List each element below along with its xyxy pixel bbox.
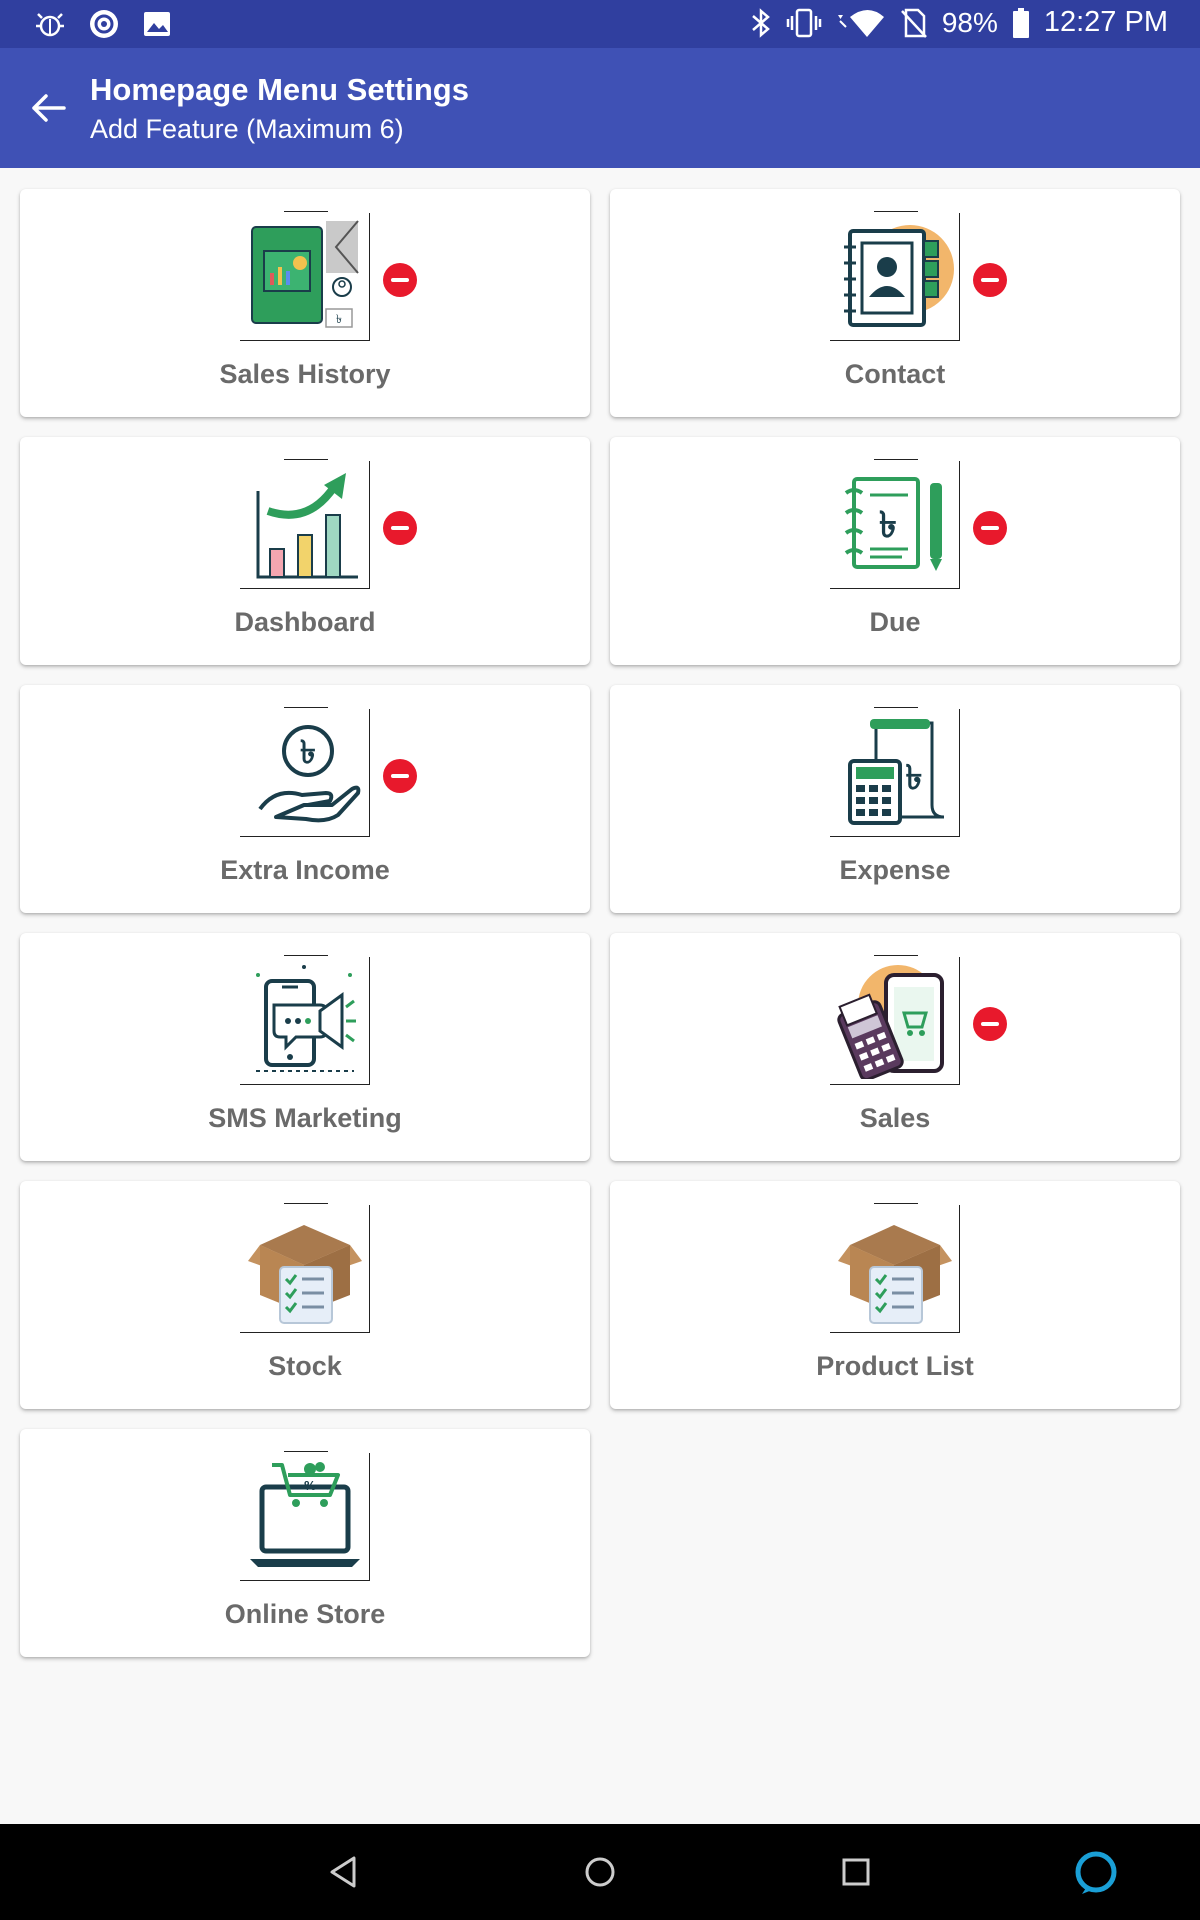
- nav-home-icon[interactable]: [576, 1848, 624, 1896]
- feature-card-stock[interactable]: Stock: [20, 1181, 590, 1409]
- feature-label: Extra Income: [220, 855, 390, 885]
- feature-card-online-store[interactable]: % Online Store: [20, 1429, 590, 1657]
- feature-label: Online Store: [224, 1599, 386, 1629]
- product-list-box-icon: [830, 1203, 960, 1333]
- feature-label: Contact: [844, 359, 946, 389]
- svg-text:৳: ৳: [336, 312, 342, 326]
- feature-card-contact[interactable]: Contact: [610, 189, 1180, 417]
- svg-text:৳: ৳: [879, 505, 897, 546]
- image-icon: [144, 12, 170, 36]
- contact-book-icon: [830, 211, 960, 341]
- feature-label: SMS Marketing: [208, 1103, 402, 1133]
- battery-percent: 98%: [941, 6, 998, 38]
- tracker-icon: [90, 10, 118, 38]
- feature-label: Dashboard: [234, 607, 376, 637]
- nav-back-icon[interactable]: [320, 1848, 368, 1896]
- vibrate-icon: [786, 8, 822, 37]
- feature-label: Stock: [268, 1351, 342, 1381]
- feature-card-product-list[interactable]: Product List: [610, 1181, 1180, 1409]
- bluetooth-icon: [751, 7, 770, 38]
- feature-label: Sales History: [219, 359, 391, 389]
- app-bar: Homepage Menu Settings Add Feature (Maxi…: [0, 48, 1200, 168]
- wifi-icon: [837, 9, 884, 37]
- feature-card-extra-income[interactable]: ৳ Extra Income: [20, 685, 590, 913]
- dashboard-chart-icon: [240, 459, 370, 589]
- sales-pos-icon: [830, 955, 960, 1085]
- sms-marketing-icon: [240, 955, 370, 1085]
- feature-label: Expense: [839, 855, 951, 885]
- page-title: Homepage Menu Settings: [90, 72, 469, 107]
- stock-box-icon: [240, 1203, 370, 1333]
- remove-sales-history-button[interactable]: [383, 263, 417, 297]
- svg-text:%: %: [304, 1479, 316, 1493]
- svg-text:৳: ৳: [906, 758, 923, 798]
- due-ledger-icon: ৳: [830, 459, 960, 589]
- feature-card-dashboard[interactable]: Dashboard: [20, 437, 590, 665]
- extra-income-icon: ৳: [240, 707, 370, 837]
- status-bar-right: 98% 12:27 PM: [750, 6, 1168, 39]
- status-bar-left: [34, 8, 172, 40]
- feature-card-expense[interactable]: ৳ Expense: [610, 685, 1180, 913]
- sales-history-icon: ৳: [240, 211, 370, 341]
- remove-sales-button[interactable]: [973, 1007, 1007, 1041]
- online-store-icon: %: [240, 1451, 370, 1581]
- battery-icon: [1012, 7, 1029, 38]
- alexa-icon[interactable]: [1072, 1848, 1120, 1896]
- no-sim-icon: [900, 8, 927, 38]
- bug-icon: [36, 13, 64, 37]
- svg-text:৳: ৳: [300, 733, 316, 771]
- feature-card-sales-history[interactable]: ৳ Sales History: [20, 189, 590, 417]
- remove-extra-income-button[interactable]: [383, 759, 417, 793]
- remove-due-button[interactable]: [973, 511, 1007, 545]
- feature-card-due[interactable]: ৳ Due: [610, 437, 1180, 665]
- feature-card-sales[interactable]: Sales: [610, 933, 1180, 1161]
- expense-calculator-icon: ৳: [830, 707, 960, 837]
- nav-recents-icon[interactable]: [832, 1848, 880, 1896]
- page-subtitle: Add Feature (Maximum 6): [90, 114, 404, 144]
- clock: 12:27 PM: [1043, 6, 1168, 38]
- remove-contact-button[interactable]: [973, 263, 1007, 297]
- feature-grid: ৳ Sales History Contact Dashboard ৳ Due …: [20, 189, 1180, 1657]
- remove-dashboard-button[interactable]: [383, 511, 417, 545]
- arrow-back-icon[interactable]: [24, 84, 72, 132]
- feature-label: Sales: [859, 1103, 931, 1133]
- feature-card-sms-marketing[interactable]: SMS Marketing: [20, 933, 590, 1161]
- status-bar: 98% 12:27 PM: [0, 0, 1200, 48]
- navigation-bar: [0, 1824, 1200, 1920]
- feature-label: Due: [869, 607, 921, 637]
- feature-label: Product List: [816, 1351, 974, 1381]
